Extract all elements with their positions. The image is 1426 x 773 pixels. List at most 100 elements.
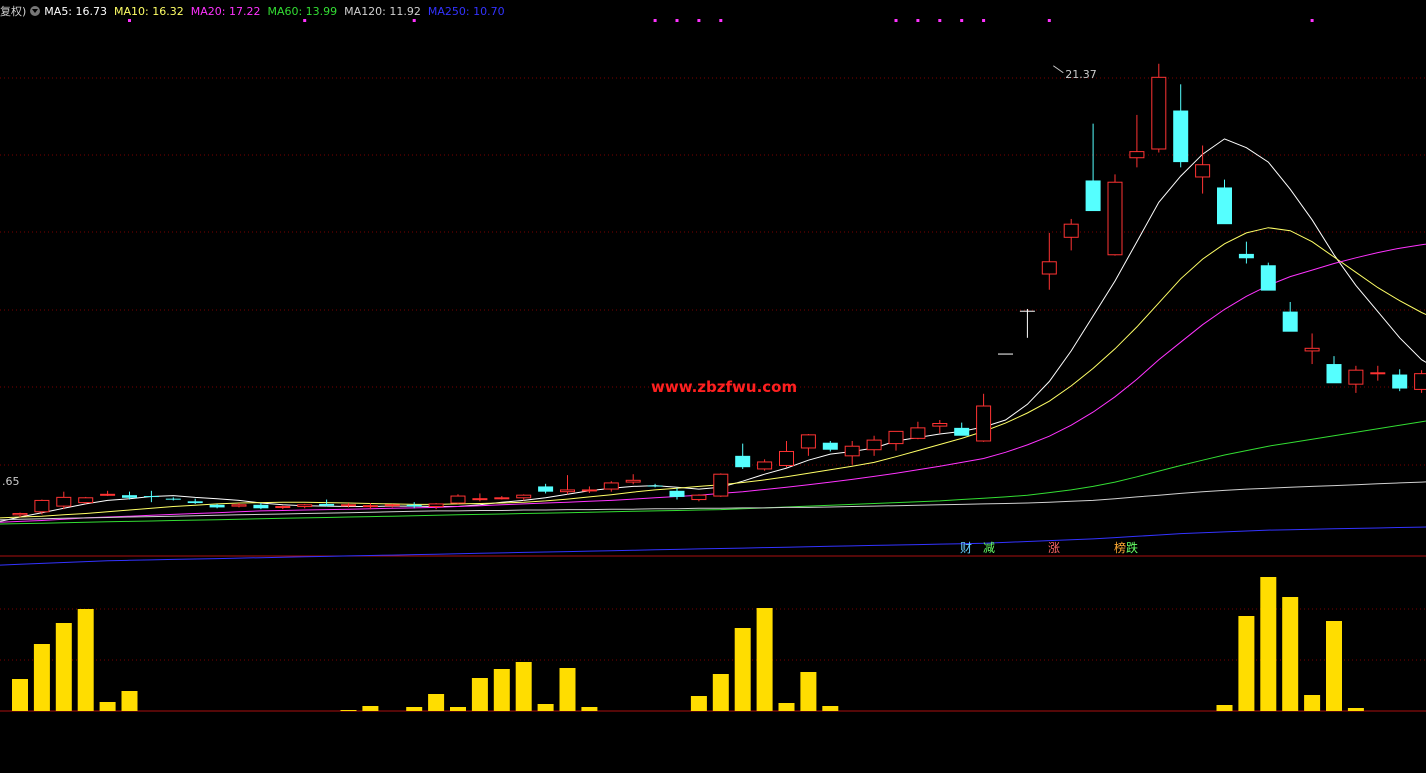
ma-line-ma250 bbox=[0, 526, 1426, 566]
watermark-text: www.zbzfwu.com bbox=[651, 378, 797, 396]
candle-body bbox=[1063, 223, 1079, 238]
candle-body bbox=[866, 439, 882, 451]
candle-body bbox=[1414, 373, 1426, 390]
volume-bar bbox=[121, 691, 138, 711]
candle-body bbox=[1041, 261, 1057, 275]
signal-dot bbox=[960, 19, 964, 22]
candle-body bbox=[319, 503, 335, 506]
event-label: 跌 bbox=[1126, 540, 1138, 555]
candle-body bbox=[932, 422, 948, 427]
volume-bar bbox=[559, 668, 576, 711]
volume-bar bbox=[690, 696, 707, 711]
signal-dot bbox=[1047, 19, 1051, 22]
candle-body bbox=[888, 430, 904, 445]
candle-body bbox=[428, 503, 444, 508]
volume-bar bbox=[33, 644, 50, 711]
candle-body bbox=[209, 504, 225, 508]
candle-body bbox=[1173, 110, 1189, 163]
volume-bar bbox=[800, 672, 817, 711]
volume-bar bbox=[1282, 597, 1299, 711]
candle-body bbox=[1151, 76, 1167, 150]
candle-body bbox=[910, 427, 926, 439]
volume-bar bbox=[734, 628, 751, 711]
volume-bar bbox=[450, 707, 466, 711]
candle-body bbox=[297, 504, 313, 508]
signal-dot bbox=[697, 19, 701, 22]
candle-body bbox=[1195, 164, 1211, 178]
event-label: 榜 bbox=[1114, 540, 1126, 555]
volume-bar bbox=[778, 703, 795, 711]
candle-body bbox=[1304, 347, 1320, 352]
volume-bar bbox=[428, 694, 445, 711]
volume-bar bbox=[1260, 577, 1277, 711]
event-label: 减 bbox=[983, 541, 995, 555]
candle-body bbox=[100, 493, 116, 496]
candle-body bbox=[253, 504, 269, 509]
candle-body bbox=[800, 434, 816, 449]
candle-body bbox=[1282, 311, 1298, 332]
candle-body bbox=[516, 494, 532, 499]
signal-dot bbox=[719, 19, 723, 22]
high-marker-label: 21.37 bbox=[1065, 68, 1097, 81]
candle-body bbox=[1107, 181, 1123, 256]
volume-bar bbox=[471, 678, 488, 711]
candle-body bbox=[822, 442, 838, 450]
chart-canvas[interactable]: 21.37 .65 www.zbzfwu.com 财减 涨 榜跌 bbox=[0, 0, 1426, 773]
candle-body bbox=[1370, 372, 1386, 375]
candle-body bbox=[143, 496, 159, 498]
candle-body bbox=[231, 504, 247, 507]
signal-dot bbox=[894, 19, 898, 22]
volume-bar bbox=[340, 710, 357, 711]
candle-body bbox=[691, 494, 707, 501]
candle-body bbox=[538, 486, 554, 492]
candle-body bbox=[275, 506, 291, 509]
candle-body bbox=[603, 482, 619, 490]
menu-dropdown-icon[interactable] bbox=[30, 6, 41, 16]
stock-chart-window: 21.37 .65 www.zbzfwu.com 财减 涨 榜跌 复权) MA5: 16.… bbox=[0, 0, 1426, 773]
candle-body bbox=[12, 513, 28, 516]
volume-bar bbox=[712, 674, 729, 711]
candle-body bbox=[1085, 180, 1101, 212]
ma60-value: MA60: 13.99 bbox=[267, 4, 338, 18]
candle-body bbox=[1260, 265, 1276, 291]
volume-bar bbox=[1347, 708, 1364, 711]
ma-header: 复权) MA5: 16.73 MA10: 16.32 MA20: 17.22 M… bbox=[0, 3, 512, 19]
candle-body bbox=[779, 450, 794, 466]
candle-body bbox=[1238, 253, 1254, 259]
candle-body bbox=[34, 499, 50, 513]
candle-body bbox=[998, 353, 1013, 355]
signal-dot bbox=[938, 19, 942, 22]
signal-dot bbox=[128, 19, 131, 22]
ma120-value: MA120: 11.92 bbox=[344, 4, 421, 18]
ma250-value: MA250: 10.70 bbox=[427, 4, 505, 18]
candle-body bbox=[78, 497, 94, 504]
event-label: 涨 bbox=[1048, 540, 1060, 555]
signal-dot bbox=[982, 19, 986, 22]
signal-dot bbox=[303, 19, 307, 22]
candle-body bbox=[713, 473, 729, 497]
high-marker-arrow bbox=[1053, 65, 1064, 74]
candle-body bbox=[560, 489, 575, 493]
candle-body bbox=[122, 495, 137, 498]
volume-bar bbox=[77, 609, 94, 711]
event-label: 财 bbox=[960, 541, 972, 555]
volume-bar bbox=[12, 679, 28, 711]
volume-bar bbox=[99, 702, 116, 711]
candle-body bbox=[735, 455, 751, 468]
ma-line-ma5 bbox=[0, 138, 1426, 522]
candle-body bbox=[1217, 187, 1232, 225]
adjust-title[interactable]: 复权) bbox=[0, 3, 26, 19]
volume-bar bbox=[362, 706, 379, 711]
candle-body bbox=[844, 445, 860, 457]
candle-body bbox=[406, 504, 422, 507]
volume-bar bbox=[756, 608, 773, 711]
ma5-value: MA5: 16.73 bbox=[44, 4, 108, 18]
candle-body bbox=[450, 495, 466, 504]
candle-body bbox=[625, 479, 641, 483]
candle-body bbox=[187, 501, 203, 504]
ma20-value: MA20: 17.22 bbox=[190, 4, 261, 18]
signal-dot bbox=[1310, 19, 1314, 22]
candle-body bbox=[1326, 364, 1342, 384]
volume-bar bbox=[515, 662, 532, 711]
candle-body bbox=[341, 504, 356, 507]
